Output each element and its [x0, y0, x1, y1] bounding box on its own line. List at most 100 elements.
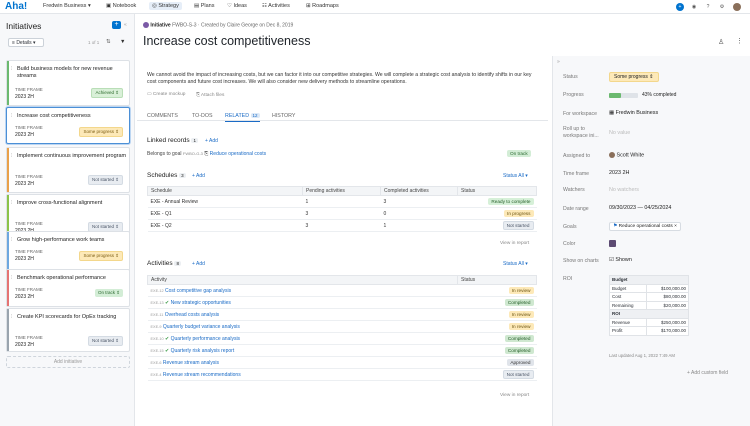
color-swatch[interactable] [609, 240, 616, 247]
activity-link[interactable]: New strategic opportunities [171, 300, 231, 306]
column-header: Activity [147, 275, 458, 285]
schedules-view-report-link[interactable]: View in report [500, 241, 529, 246]
schedule-link[interactable]: EXE - Annual Review [147, 195, 303, 208]
activity-link[interactable]: Revenue stream recommendations [163, 372, 241, 378]
nav-notebook[interactable]: ▣ Notebook [106, 3, 136, 9]
filter-icon[interactable]: ▼ [120, 39, 125, 45]
card-accent [7, 270, 9, 306]
help-icon[interactable]: ? [704, 3, 712, 11]
settings-icon[interactable]: ⚙ [718, 3, 726, 11]
avatar[interactable] [733, 3, 741, 11]
details-dropdown[interactable]: ≡ Details ▾ [8, 38, 44, 47]
date-range-value[interactable]: 09/30/2023 — 04/25/2024 [609, 205, 671, 211]
status-badge[interactable]: Some progress ⇕ [79, 127, 123, 137]
workspace-value[interactable]: ▦ Fredwin Business [609, 110, 658, 116]
activities-status-filter[interactable]: Status All ▾ [503, 261, 528, 267]
card-title: Improve cross-functional alignment [17, 200, 103, 206]
goal-link[interactable]: Reduce operational costs [210, 151, 266, 157]
record-ref[interactable]: FWBO-S-3 [172, 22, 196, 28]
add-activity-button[interactable]: + Add [192, 261, 205, 267]
activity-link[interactable]: Overhead costs analysis [165, 312, 219, 318]
remove-icon[interactable]: × [674, 224, 677, 229]
status-badge[interactable]: Not started ⇕ [87, 336, 123, 346]
initiative-icon: ⫶ [11, 237, 13, 243]
date-end: 04/25/2024 [644, 205, 672, 211]
add-linked-record-button[interactable]: + Add [205, 138, 218, 144]
main-content: We cannot avoid the impact of increasing… [137, 56, 548, 426]
status-dropdown[interactable]: Some progress ⇕ [609, 72, 659, 82]
timeframe-value[interactable]: 2023 2H [609, 170, 629, 176]
initiative-card[interactable]: ⫶ Benchmark operational performance TIME… [6, 269, 130, 307]
sort-icon[interactable]: ⇅ [106, 39, 111, 45]
collapse-icon[interactable]: « [124, 22, 127, 28]
status-badge[interactable]: Not started ⇕ [87, 175, 123, 185]
assigned-label: Assigned to [563, 153, 591, 159]
nav-plans[interactable]: ▤ Plans [194, 3, 215, 9]
like-icon[interactable]: ♙ [718, 38, 724, 46]
add-icon[interactable]: + [676, 3, 684, 11]
goal-chip-label: Reduce operational costs [618, 224, 673, 229]
add-custom-field-button[interactable]: + Add custom field [687, 370, 728, 376]
roi-table[interactable]: Budget Budget $100,000.00 Cost $80,000.00 … [608, 275, 689, 336]
activity-ref: EXE-12 [150, 288, 164, 293]
status-badge: Not started [502, 221, 534, 230]
tab-comments[interactable]: COMMENTS [147, 113, 178, 119]
status-badge[interactable]: Achieved ⇕ [91, 88, 123, 98]
pending-count: 3 [302, 207, 381, 220]
activity-link[interactable]: Quarterly performance analysis [171, 336, 240, 342]
assignee-value[interactable]: Scott White [609, 152, 644, 158]
page-title[interactable]: Increase cost competitiveness [143, 34, 310, 48]
description[interactable]: We cannot avoid the impact of increasing… [147, 72, 539, 86]
initiative-card-selected[interactable]: ⫶ Increase cost competitiveness TIME FRA… [6, 107, 130, 144]
tab-todos[interactable]: TO-DOS [192, 113, 213, 119]
card-timeframe-label: TIME FRAME [15, 335, 43, 340]
expand-panel-icon[interactable]: » [557, 59, 560, 65]
nav-roadmaps[interactable]: ⊞ Roadmaps [306, 3, 339, 9]
column-header: Status [457, 275, 537, 285]
status-badge[interactable]: On track ⇕ [94, 289, 123, 297]
nav-ideas-label: Ideas [233, 3, 247, 9]
activity-link[interactable]: Cost competitive gap analysis [165, 288, 231, 294]
rollup-value[interactable]: No value [609, 130, 630, 136]
activity-link[interactable]: Quarterly budget variance analysis [163, 324, 240, 330]
initiative-card[interactable]: ⫶ Build business models for new revenue … [6, 60, 130, 106]
show-on-charts-value[interactable]: ☑ Shown [609, 257, 632, 263]
schedule-link[interactable]: EXE - Q2 [147, 219, 303, 232]
tab-history[interactable]: HISTORY [272, 113, 295, 119]
card-timeframe-label: TIME FRAME [15, 125, 43, 130]
nav-strategy-label: Strategy [158, 3, 179, 9]
initiative-card[interactable]: ⫶ Grow high-performance work teams TIME … [6, 231, 130, 273]
schedules-status-filter[interactable]: Status All ▾ [503, 173, 528, 179]
more-options-icon[interactable]: ⋮ [736, 37, 743, 45]
schedule-link[interactable]: EXE - Q1 [147, 207, 303, 220]
activities-view-report-link[interactable]: View in report [500, 393, 529, 398]
watchers-value[interactable]: No watchers [609, 187, 639, 193]
create-mockup-label: Create mockup [152, 92, 186, 97]
nav-ideas[interactable]: ♡ Ideas [227, 3, 247, 9]
nav-activities[interactable]: ☷ Activities [262, 3, 290, 9]
goal-chip[interactable]: ⚑ Reduce operational costs × [609, 222, 681, 231]
add-initiative-row[interactable]: Add initiative [6, 356, 130, 368]
goal-link-row: Belongs to goal FWBO-G-3 ⎘ Reduce operat… [147, 151, 266, 157]
add-schedule-button[interactable]: + Add [192, 173, 205, 179]
workspace-name: Fredwin Business [615, 110, 659, 116]
belongs-label: Belongs to goal [147, 151, 182, 157]
roi-row-value: $170,000.00 [646, 326, 689, 336]
aha-logo[interactable]: Aha! [5, 1, 27, 12]
status-badge[interactable]: Some progress ⇕ [79, 251, 123, 261]
nav-strategy[interactable]: ◎ Strategy [149, 2, 182, 10]
workspace-selector[interactable]: Fredwin Business ▾ [43, 3, 91, 9]
tab-related[interactable]: RELATED 12 [225, 113, 260, 122]
attach-files-button[interactable]: ⎘ Attach files [196, 92, 224, 98]
activity-link[interactable]: Revenue stream analysis [163, 360, 219, 366]
notifications-icon[interactable]: ◉ [690, 3, 698, 11]
create-mockup-button[interactable]: ▭ Create mockup [147, 92, 185, 97]
roi-row-value: $100,000.00 [646, 283, 689, 293]
activity-ref: EXE-6 [150, 360, 162, 365]
initiative-card[interactable]: ⫶ Implement continuous improvement progr… [6, 147, 130, 193]
list-icon: ≡ [12, 40, 15, 46]
initiative-card[interactable]: ⫶ Create KPI scorecards for OpEx trackin… [6, 308, 130, 352]
activity-link[interactable]: Quarterly risk analysis report [171, 348, 235, 354]
add-initiative-button[interactable]: + [112, 21, 121, 29]
card-year: 2023 2H [15, 294, 34, 300]
